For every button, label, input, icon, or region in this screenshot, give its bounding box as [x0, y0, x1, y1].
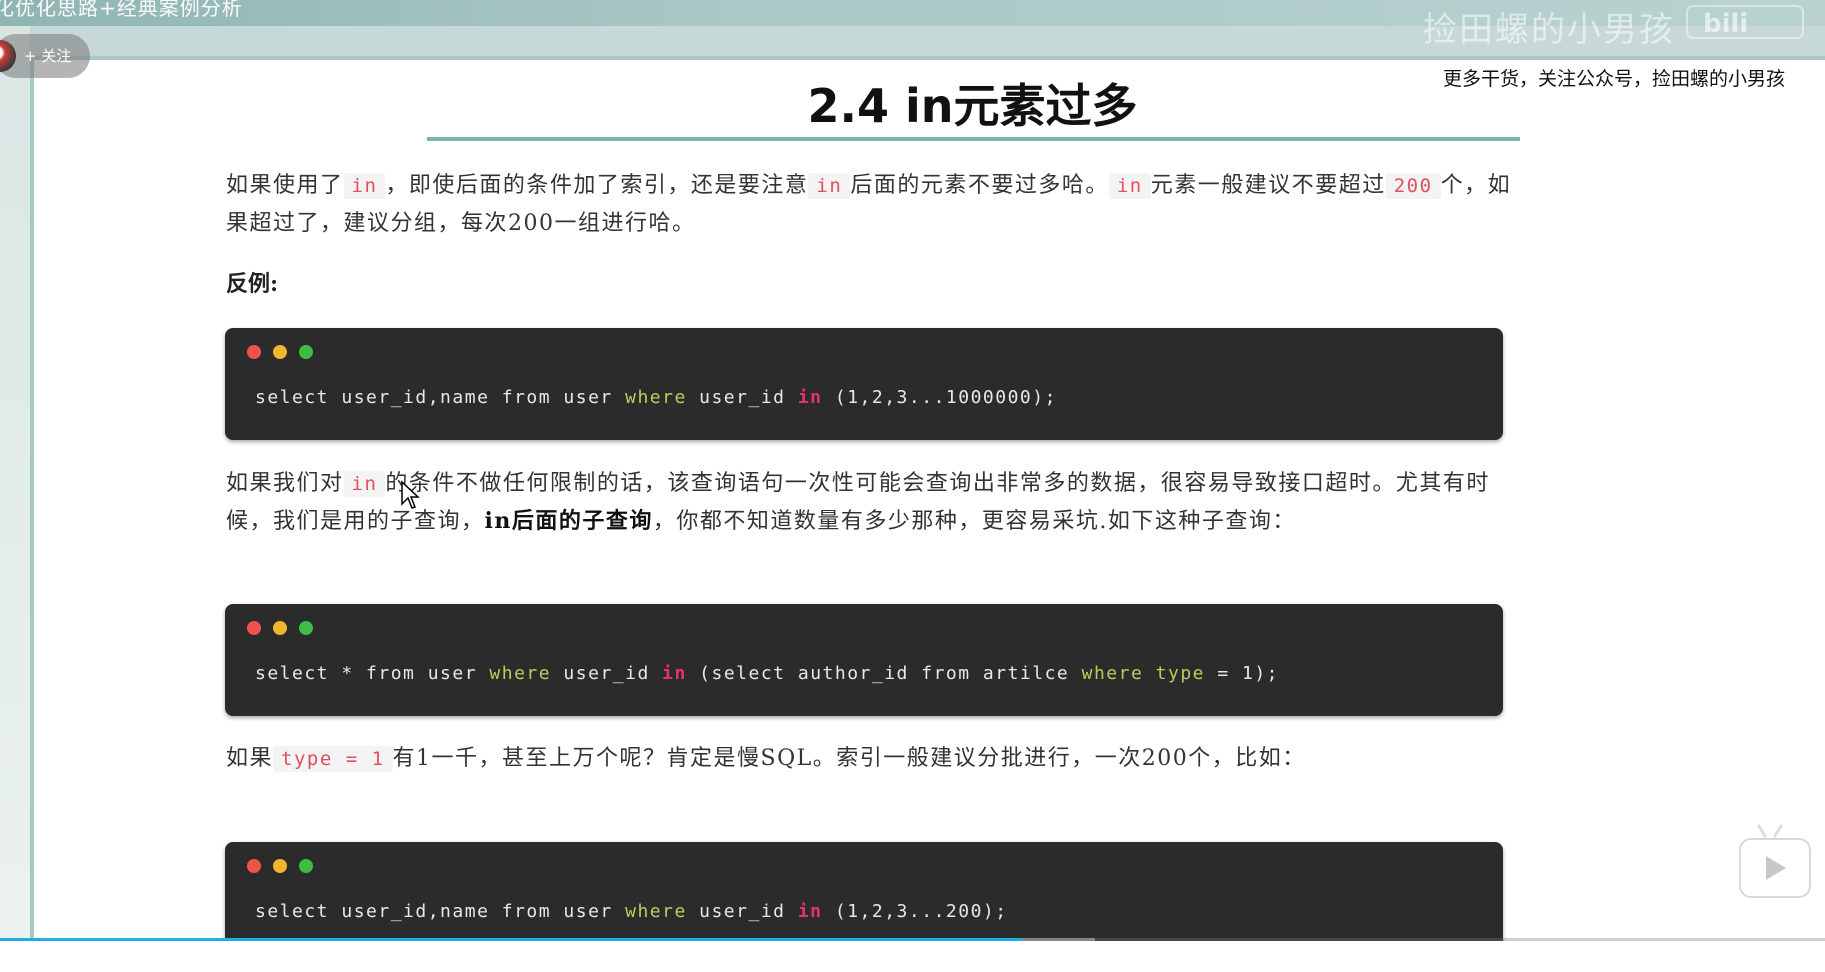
video-title-bar: 化优化思路+经典案例分析 捡田螺的小男孩 bili	[0, 0, 1825, 50]
counter-example-label: 反例:	[226, 271, 279, 297]
inline-code: in	[343, 471, 386, 497]
green-dot-icon	[299, 345, 313, 359]
window-dots	[247, 344, 325, 359]
player-bottom-area	[0, 941, 1825, 972]
yellow-dot-icon	[273, 621, 287, 635]
code-line: select * from user where user_id in (sel…	[255, 663, 1280, 684]
window-dots	[247, 620, 325, 635]
window-dots	[247, 858, 325, 873]
page-left-margin	[0, 26, 30, 972]
title-underline	[427, 137, 1520, 141]
slide-border	[30, 56, 1825, 60]
channel-watermark: 捡田螺的小男孩	[1423, 10, 1675, 50]
mouse-cursor-icon	[401, 480, 420, 509]
slide-border	[30, 56, 34, 972]
inline-code: type = 1	[273, 746, 393, 772]
red-dot-icon	[247, 345, 261, 359]
page-title: 2.4 in元素过多	[807, 79, 1138, 133]
play-button[interactable]	[1739, 838, 1811, 898]
emphasis-text: in后面的子查询	[484, 508, 653, 534]
green-dot-icon	[299, 859, 313, 873]
video-title: 化优化思路+经典案例分析	[0, 0, 243, 20]
inline-code: 200	[1385, 173, 1441, 199]
code-line: select user_id,name from user where user…	[255, 901, 1008, 922]
avatar[interactable]	[0, 40, 16, 72]
code-block: select user_id,name from user where user…	[225, 328, 1503, 440]
inline-code: in	[1108, 173, 1151, 199]
yellow-dot-icon	[273, 859, 287, 873]
bilibili-logo-icon: bili	[1685, 2, 1805, 42]
paragraph-intro: 如果使用了 in ，即使后面的条件加了索引，还是要注意 in 后面的元素不要过多哈。 in…	[226, 173, 1512, 236]
paragraph-advice: 如果 type = 1 有1一千，甚至上万个呢？肯定是慢SQL。索引一般建议分批进行…	[226, 746, 1306, 772]
red-dot-icon	[247, 621, 261, 635]
svg-text:bili: bili	[1703, 9, 1748, 39]
inline-code: in	[343, 173, 386, 199]
tv-ears-icon	[1757, 824, 1783, 838]
inline-code: in	[808, 173, 851, 199]
yellow-dot-icon	[273, 345, 287, 359]
follow-label: + 关注	[24, 47, 72, 65]
code-block: select * from user where user_id in (sel…	[225, 604, 1503, 716]
green-dot-icon	[299, 621, 313, 635]
progress-bar[interactable]	[0, 938, 1022, 941]
red-dot-icon	[247, 859, 261, 873]
code-line: select user_id,name from user where user…	[255, 387, 1057, 408]
follow-button[interactable]: + 关注	[0, 34, 90, 78]
play-icon	[1766, 856, 1786, 880]
